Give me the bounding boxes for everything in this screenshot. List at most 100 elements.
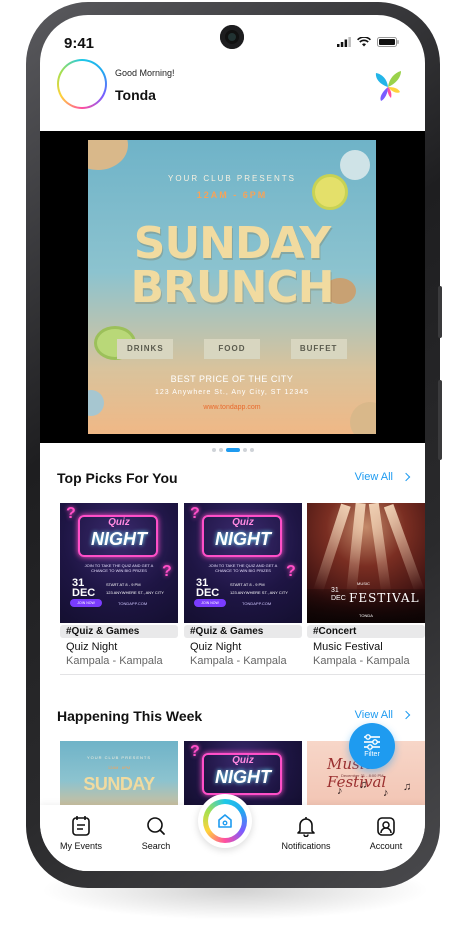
wifi-icon: [357, 37, 371, 47]
username: Tonda: [115, 87, 156, 103]
avatar[interactable]: [57, 59, 107, 109]
music-note-icon: ♪: [383, 787, 389, 799]
poster-date: 31 DEC: [72, 578, 96, 599]
carousel-dot[interactable]: [218, 448, 223, 452]
carousel-dot[interactable]: [242, 448, 247, 452]
view-all-label: View All: [354, 709, 393, 721]
music-note-icon: ♫: [359, 779, 368, 791]
greeting-text: Good Morning!: [115, 68, 175, 78]
event-name: Quiz Night: [190, 641, 242, 653]
featured-banner[interactable]: YOUR CLUB PRESENTS 12AM - 6PM SUNDAY BRU…: [40, 131, 425, 443]
calendar-list-icon: [72, 816, 90, 836]
event-poster: ? ? Quiz NIGHT JOIN TO TAKE THE QUIZ AND…: [60, 503, 178, 623]
banner-address: 123 Anywhere St., Any City, ST 12345: [154, 389, 310, 396]
poster-subtitle: YOUR CLUB PRESENTS: [86, 755, 151, 760]
poster-small-text: MUSIC: [357, 581, 370, 586]
filter-label: Filter: [364, 751, 380, 758]
poster-info-address: 123 ANYWHERE ST., ANY CITY: [230, 590, 288, 595]
poster-quiz-text: Quiz: [232, 517, 254, 528]
carousel-dot[interactable]: [211, 448, 216, 452]
poster-body: JOIN TO TAKE THE QUIZ AND GET A CHANCE T…: [84, 563, 154, 573]
happening-title: Happening This Week: [57, 708, 203, 724]
poster-night-text: NIGHT: [215, 529, 271, 549]
banner-tagline: BEST PRICE OF THE CITY: [170, 374, 294, 384]
happening-view-all[interactable]: View All: [354, 709, 411, 721]
banner-pill: DRINKS: [117, 339, 174, 359]
banner-pill: BUFFET: [290, 339, 347, 359]
event-card[interactable]: ? ? Quiz NIGHT JOIN TO TAKE THE QUIZ AND…: [60, 503, 178, 667]
poster-night-text: NIGHT: [215, 767, 271, 787]
filter-button[interactable]: Filter: [349, 723, 395, 769]
power-button: [438, 380, 442, 460]
poster-join-button: JOIN NOW: [70, 599, 102, 607]
nav-label: Search: [141, 841, 171, 851]
poster-info: START AT 8 - 9 PM 123 ANYWHERE ST., ANY C…: [106, 581, 164, 597]
event-card[interactable]: MUSIC 31 DEC FESTIVAL TONDA #Concert Musi…: [307, 503, 425, 667]
app-screen: 9:41 Good Morning! Tonda YOUR CLUB PRESE…: [40, 15, 425, 871]
banner-website: www.tondapp.com: [203, 404, 261, 411]
poster-date: 31 DEC: [331, 587, 346, 603]
poster-info-time: START AT 8 - 9 PM: [106, 582, 141, 587]
bell-icon: [297, 817, 315, 837]
poster-month: DEC: [72, 587, 96, 599]
nav-label: Notifications: [281, 841, 331, 851]
carousel-dot[interactable]: [249, 448, 254, 452]
event-name: Quiz Night: [66, 641, 118, 653]
poster-quiz-text: Quiz: [232, 755, 254, 766]
music-note-icon: ♫: [403, 781, 412, 793]
front-camera: [220, 25, 244, 49]
poster-month: DEC: [331, 595, 346, 602]
chevron-right-icon: [401, 472, 411, 482]
event-card[interactable]: YOUR CLUB PRESENTS 12AM - 6PM SUNDAY: [60, 741, 178, 807]
banner-pill: FOOD: [203, 339, 260, 359]
banner-subtitle: YOUR CLUB PRESENTS: [167, 174, 297, 183]
event-name: Music Festival: [313, 641, 383, 653]
poster-brand: TONDA: [359, 613, 373, 618]
event-location: Kampala - Kampala: [313, 655, 410, 667]
banner-time: 12AM - 6PM: [196, 190, 268, 200]
search-icon: [147, 817, 165, 835]
banner-title-line1: SUNDAY: [133, 218, 331, 269]
poster-info: START AT 8 - 9 PM 123 ANYWHERE ST., ANY C…: [230, 581, 288, 597]
filter-icon: [364, 734, 380, 750]
nav-home-button[interactable]: [198, 794, 252, 848]
nav-search[interactable]: Search: [121, 815, 191, 851]
carousel-indicator[interactable]: [40, 448, 425, 452]
event-tag: #Quiz & Games: [184, 625, 302, 638]
event-tag: #Concert: [307, 625, 425, 638]
poster-date: 31 DEC: [196, 578, 220, 599]
banner-title-line2: BRUNCH: [130, 262, 334, 313]
view-all-label: View All: [354, 471, 393, 483]
poster-title: SUNDAY: [83, 774, 155, 794]
banner-poster: YOUR CLUB PRESENTS 12AM - 6PM SUNDAY BRU…: [88, 140, 376, 434]
top-picks-view-all[interactable]: View All: [354, 471, 411, 483]
chevron-right-icon: [401, 710, 411, 720]
poster-site: TONDAPP.COM: [118, 601, 148, 606]
nav-my-events[interactable]: My Events: [46, 815, 116, 851]
carousel-dot-active[interactable]: [225, 448, 240, 452]
divider: [60, 674, 425, 675]
poster-site: TONDAPP.COM: [242, 601, 272, 606]
nav-label: My Events: [59, 841, 102, 851]
poster-date: December 31 - 8:00 PM: [341, 773, 384, 778]
signal-icon: [337, 37, 351, 47]
account-icon: [377, 817, 395, 836]
event-location: Kampala - Kampala: [66, 655, 163, 667]
nav-account[interactable]: Account: [351, 815, 421, 851]
nav-notifications[interactable]: Notifications: [271, 815, 341, 851]
event-poster: MUSIC 31 DEC FESTIVAL TONDA: [307, 503, 425, 623]
event-card[interactable]: ? Quiz NIGHT: [184, 741, 302, 807]
poster-info-address: 123 ANYWHERE ST., ANY CITY: [106, 590, 164, 595]
event-location: Kampala - Kampala: [190, 655, 287, 667]
banner-pills: DRINKS FOOD BUFFET: [88, 339, 376, 359]
home-icon: [218, 814, 232, 828]
event-card[interactable]: ? ? Quiz NIGHT JOIN TO TAKE THE QUIZ AND…: [184, 503, 302, 667]
status-time: 9:41: [64, 35, 95, 52]
tonda-logo-icon: [375, 71, 401, 101]
nav-label: Account: [369, 841, 403, 851]
poster-night-text: NIGHT: [91, 529, 147, 549]
music-note-icon: ♪: [337, 785, 343, 797]
poster-month: DEC: [196, 587, 220, 599]
volume-button: [438, 286, 442, 338]
poster-join-button: JOIN NOW: [194, 599, 226, 607]
